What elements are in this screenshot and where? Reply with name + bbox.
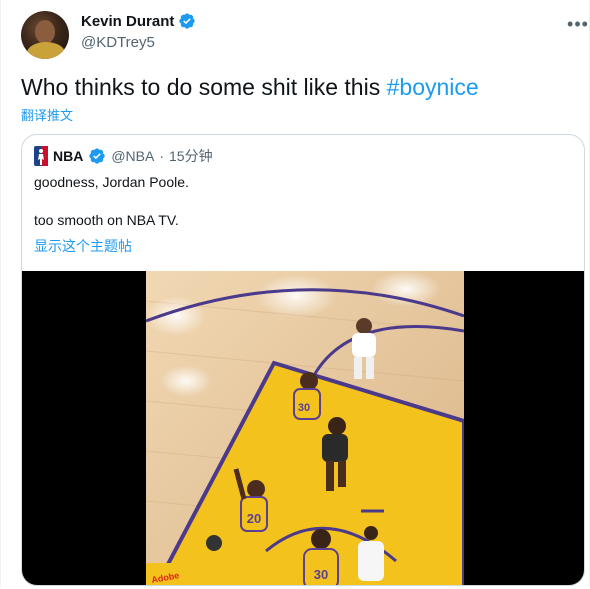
tweet-card: Kevin Durant @KDTrey5 ••• Who thinks to … xyxy=(0,0,590,587)
avatar-shirt xyxy=(27,42,65,59)
nba-logo-icon xyxy=(34,146,48,166)
author-handle[interactable]: @KDTrey5 xyxy=(81,34,155,51)
jersey-number-a: 30 xyxy=(298,402,310,414)
avatar[interactable] xyxy=(21,11,69,59)
quoted-verified-badge-icon xyxy=(89,148,106,164)
video-player[interactable]: 30 20 30 Adobe xyxy=(22,271,584,585)
quoted-tweet[interactable]: NBA @NBA · 15分钟 goodness, Jordan Poole. … xyxy=(21,134,585,586)
more-icon: ••• xyxy=(567,13,589,34)
translate-tweet-link[interactable]: 翻译推文 xyxy=(21,105,73,124)
avatar-face xyxy=(35,20,55,44)
jersey-number-c: 30 xyxy=(314,567,328,582)
quoted-author-row: NBA @NBA · 15分钟 xyxy=(34,146,213,166)
quoted-separator: · xyxy=(159,148,165,164)
hashtag-link[interactable]: #boynice xyxy=(387,74,479,100)
author-row: Kevin Durant xyxy=(81,12,196,30)
tweet-text-main: Who thinks to do some shit like this xyxy=(21,74,387,100)
show-thread-link[interactable]: 显示这个主题帖 xyxy=(34,236,132,256)
quoted-timestamp[interactable]: 15分钟 xyxy=(169,146,213,166)
tweet-text: Who thinks to do some shit like this #bo… xyxy=(21,74,479,101)
quoted-text-line1: goodness, Jordan Poole. xyxy=(34,174,189,190)
video-frame-basketball-court: 30 20 30 Adobe xyxy=(146,271,464,585)
jersey-number-b: 20 xyxy=(247,511,261,526)
adobe-sponsor-logo: Adobe xyxy=(146,563,180,585)
quoted-handle: @NBA xyxy=(111,148,155,164)
quoted-text-line2: too smooth on NBA TV. xyxy=(34,212,179,228)
author-display-name[interactable]: Kevin Durant xyxy=(81,13,174,30)
quoted-display-name: NBA xyxy=(53,148,84,164)
verified-badge-icon xyxy=(179,13,196,29)
more-options-button[interactable]: ••• xyxy=(566,12,590,36)
